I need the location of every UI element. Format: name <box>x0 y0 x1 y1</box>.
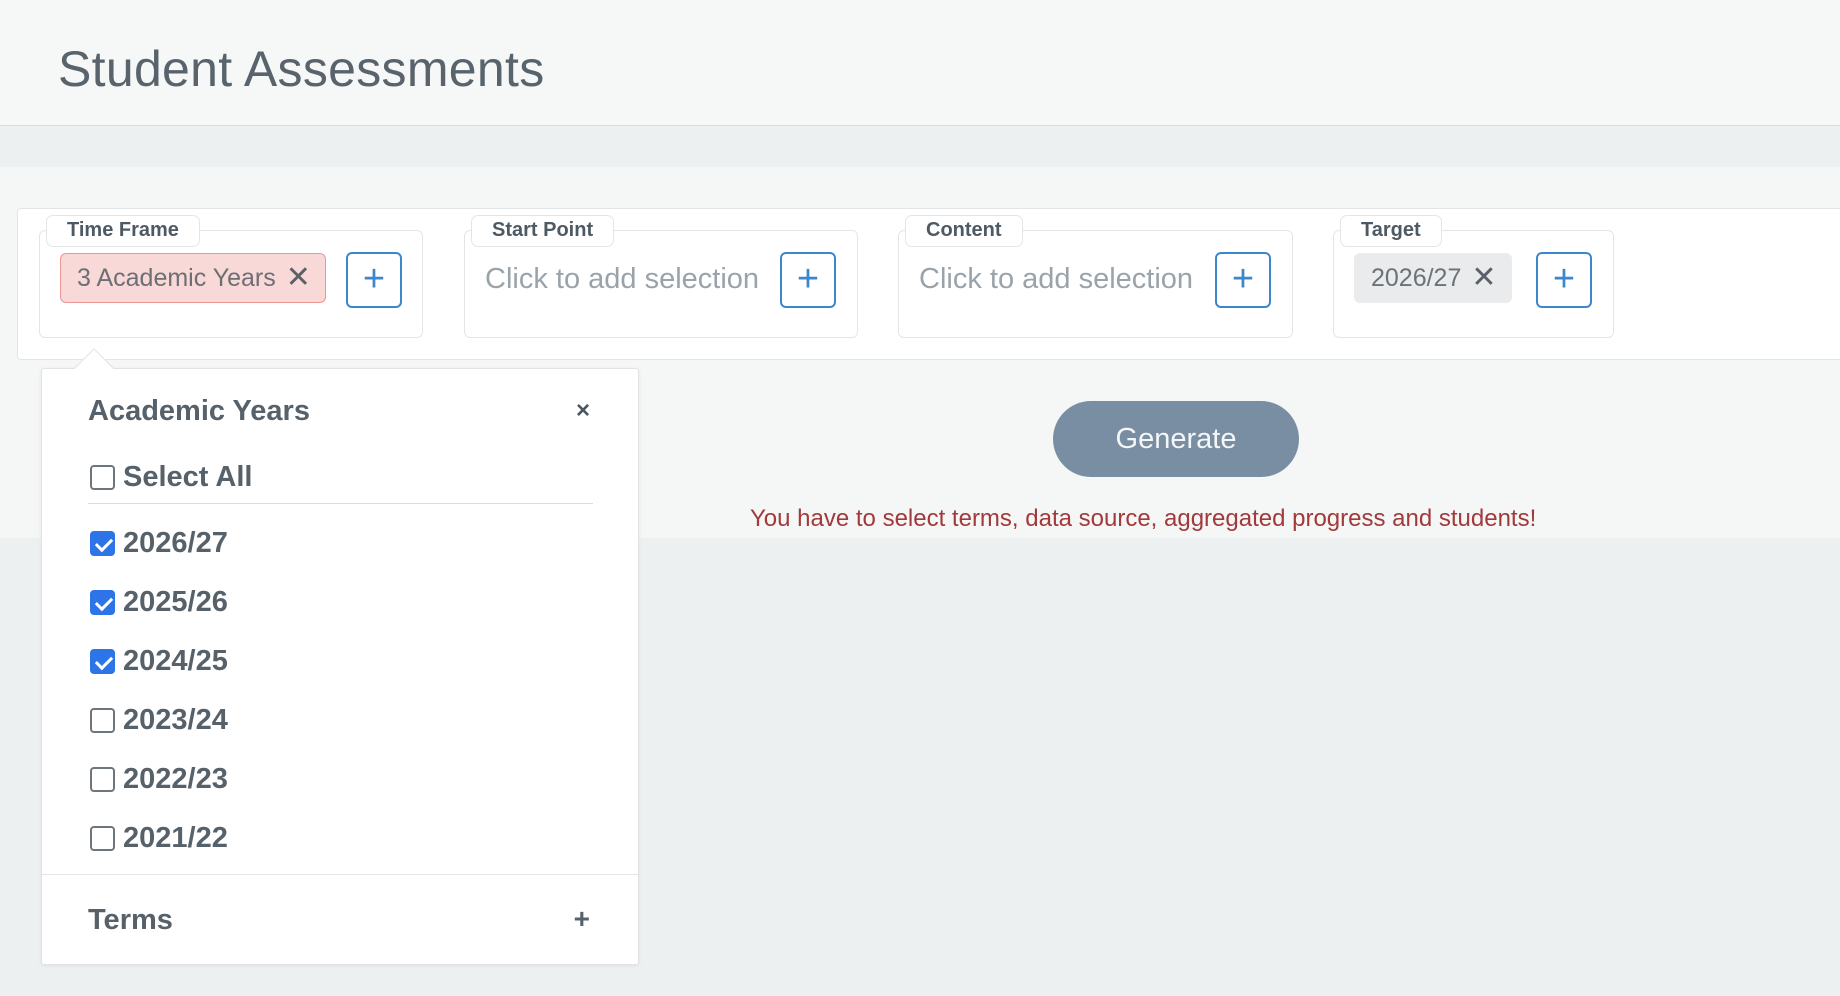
content-label: Content <box>905 215 1023 247</box>
select-all-label: Select All <box>123 461 253 493</box>
content-add-button[interactable]: + <box>1215 252 1271 308</box>
target-chip-text: 2026/27 <box>1371 264 1462 292</box>
year-option[interactable]: 2026/27 <box>90 527 228 560</box>
divider <box>88 503 593 504</box>
year-label: 2021/22 <box>123 822 228 854</box>
checkbox[interactable] <box>90 531 115 556</box>
target-label: Target <box>1340 215 1442 247</box>
checkbox[interactable] <box>90 649 115 674</box>
time-frame-chip[interactable]: 3 Academic Years ✕ <box>60 253 326 303</box>
dropdown-title: Academic Years <box>88 395 310 427</box>
remove-chip-icon[interactable]: ✕ <box>1471 263 1496 293</box>
year-label: 2025/26 <box>123 586 228 618</box>
academic-years-dropdown: Academic Years × Select All 2026/27 2025… <box>41 348 639 965</box>
page-header: Student Assessments <box>0 0 1840 126</box>
checkbox[interactable] <box>90 767 115 792</box>
divider <box>42 874 638 875</box>
year-option[interactable]: 2022/23 <box>90 763 228 796</box>
time-frame-label: Time Frame <box>46 215 200 247</box>
year-option[interactable]: 2025/26 <box>90 586 228 619</box>
select-all-checkbox[interactable]: Select All <box>90 461 252 494</box>
close-icon[interactable]: × <box>576 397 590 425</box>
terms-section-label[interactable]: Terms <box>88 904 173 937</box>
content-placeholder[interactable]: Click to add selection <box>919 263 1193 296</box>
checkbox[interactable] <box>90 708 115 733</box>
year-label: 2026/27 <box>123 527 228 559</box>
target-chip[interactable]: 2026/27 ✕ <box>1354 253 1512 303</box>
year-option[interactable]: 2021/22 <box>90 822 228 855</box>
year-label: 2024/25 <box>123 645 228 677</box>
year-label: 2023/24 <box>123 704 228 736</box>
error-message: You have to select terms, data source, a… <box>750 505 1537 532</box>
target-add-button[interactable]: + <box>1536 252 1592 308</box>
checkbox[interactable] <box>90 826 115 851</box>
year-option[interactable]: 2023/24 <box>90 704 228 737</box>
target-filter: Target 2026/27 ✕ + <box>1333 215 1614 338</box>
content-filter[interactable]: Content Click to add selection + <box>898 215 1293 338</box>
remove-chip-icon[interactable]: ✕ <box>286 263 311 293</box>
time-frame-filter: Time Frame 3 Academic Years ✕ + <box>39 215 423 338</box>
page-title: Student Assessments <box>58 41 545 97</box>
time-frame-chip-text: 3 Academic Years <box>77 264 276 292</box>
expand-terms-icon[interactable]: + <box>574 903 590 935</box>
year-label: 2022/23 <box>123 763 228 795</box>
checkbox[interactable] <box>90 590 115 615</box>
generate-button[interactable]: Generate <box>1053 401 1299 477</box>
checkbox[interactable] <box>90 465 115 490</box>
start-point-label: Start Point <box>471 215 615 247</box>
year-option[interactable]: 2024/25 <box>90 645 228 678</box>
start-point-placeholder[interactable]: Click to add selection <box>485 263 759 296</box>
start-point-filter[interactable]: Start Point Click to add selection + <box>464 215 858 338</box>
start-point-add-button[interactable]: + <box>780 252 836 308</box>
time-frame-add-button[interactable]: + <box>346 252 402 308</box>
